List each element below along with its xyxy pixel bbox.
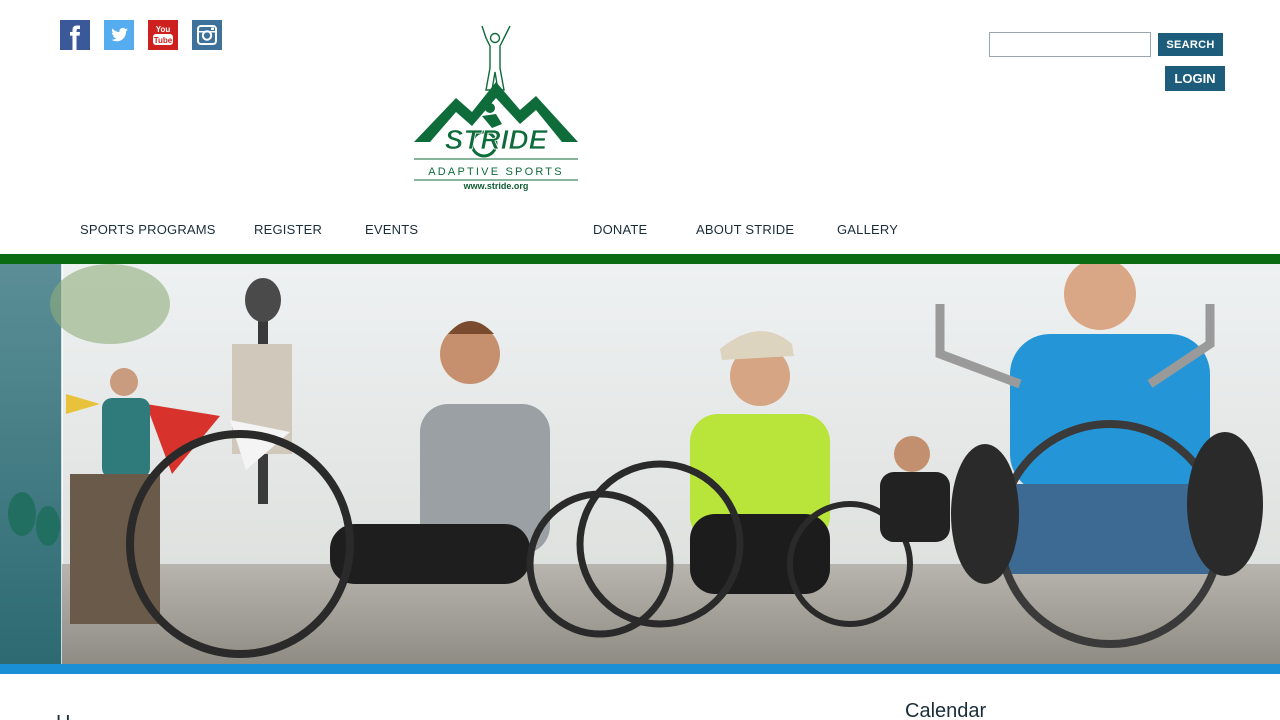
- nav-about-stride[interactable]: ABOUT STRIDE: [696, 222, 794, 237]
- svg-text:Tube: Tube: [154, 36, 173, 45]
- youtube-icon: You Tube: [148, 20, 178, 50]
- nav-register[interactable]: REGISTER: [254, 222, 322, 237]
- login-button[interactable]: LOGIN: [1165, 66, 1225, 91]
- nav-donate[interactable]: DONATE: [593, 222, 647, 237]
- svg-text:You: You: [156, 25, 171, 34]
- content-heading: H: [56, 712, 70, 720]
- green-divider: [0, 254, 1280, 264]
- logo-subtitle: ADAPTIVE SPORTS: [428, 166, 564, 178]
- instagram-icon: [192, 20, 222, 50]
- facebook-icon: [60, 20, 90, 50]
- search-input[interactable]: [989, 32, 1151, 57]
- twitter-icon: [104, 20, 134, 50]
- nav-events[interactable]: EVENTS: [365, 222, 418, 237]
- calendar-heading: Calendar: [905, 700, 987, 720]
- nav-gallery[interactable]: GALLERY: [837, 222, 898, 237]
- blue-divider: [0, 664, 1280, 674]
- nav-sports-programs[interactable]: SPORTS PROGRAMS: [80, 222, 216, 237]
- twitter-link[interactable]: [104, 20, 134, 50]
- main-nav: SPORTS PROGRAMS REGISTER EVENTS DONATE A…: [0, 222, 1280, 242]
- hero-banner: [0, 264, 1280, 664]
- logo-url: www.stride.org: [463, 181, 529, 191]
- social-links: You Tube: [60, 20, 222, 50]
- youtube-link[interactable]: You Tube: [148, 20, 178, 50]
- hero-photo: [0, 264, 1280, 664]
- logo-brand: STRIDE: [445, 124, 549, 155]
- search-button[interactable]: SEARCH: [1158, 33, 1223, 56]
- stride-logo[interactable]: STRIDE ADAPTIVE SPORTS www.stride.org: [412, 24, 580, 196]
- instagram-link[interactable]: [192, 20, 222, 50]
- facebook-link[interactable]: [60, 20, 90, 50]
